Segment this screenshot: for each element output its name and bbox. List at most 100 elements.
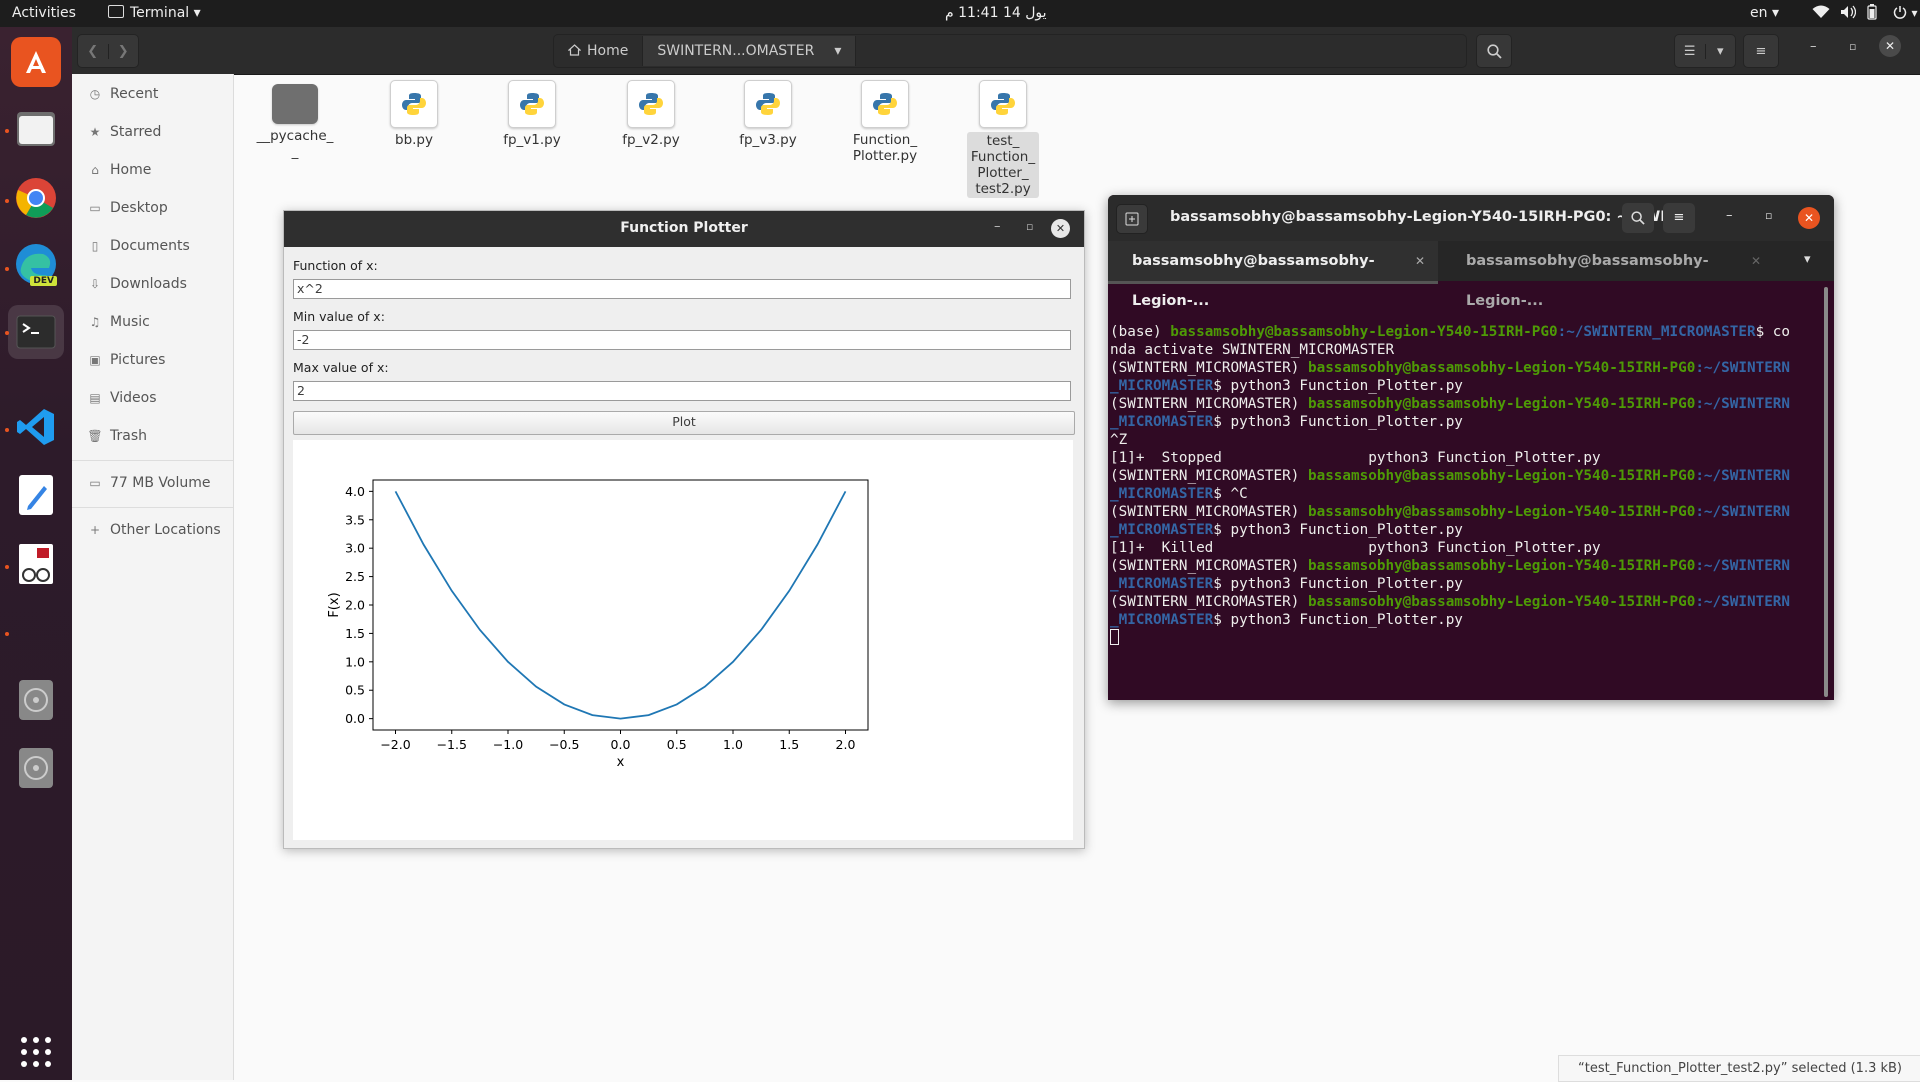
disc-icon[interactable] (11, 675, 61, 725)
plotter-titlebar[interactable]: Function Plotter – ▫ ✕ (284, 211, 1084, 247)
terminal-titlebar[interactable]: bassamsobhy@bassamsobhy-Legion-Y540-15IR… (1108, 195, 1834, 241)
plot-button[interactable]: Plot (293, 411, 1075, 435)
x-tick-label: −1.0 (493, 737, 523, 752)
battery-icon[interactable] (1867, 0, 1877, 27)
file-item-selected[interactable]: test_ Function_ Plotter_ test2.py (955, 80, 1051, 198)
caret-down-icon: ▾ (193, 5, 201, 21)
ubuntu-software-icon[interactable] (11, 37, 61, 87)
y-tick-label: 0.5 (345, 683, 365, 698)
home-icon: ⌂ (91, 163, 99, 177)
terminal-output[interactable]: (base) bassamsobhy@bassamsobhy-Legion-Y5… (1110, 287, 1822, 697)
terminal-tab[interactable]: bassamsobhy@bassamsobhy-Legion-... ✕ (1438, 241, 1778, 309)
terminal-tab-active[interactable]: bassamsobhy@bassamsobhy-Legion-... ✕ (1108, 241, 1438, 309)
sidebar-item-trash[interactable]: 🗑 Trash (72, 417, 233, 455)
close-icon[interactable]: ✕ (1798, 207, 1820, 229)
sidebar-item-recent[interactable]: ◷ Recent (72, 75, 233, 113)
file-item[interactable]: fp_v2.py (603, 80, 699, 148)
terminal-pre: (SWINTERN_MICROMASTER) (1110, 558, 1308, 574)
min-input[interactable]: -2 (293, 330, 1071, 350)
path-home[interactable]: Home (554, 43, 642, 59)
status-bar: “test_Function_Plotter_test2.py” selecte… (1558, 1055, 1920, 1082)
folder-item[interactable]: __pycache_ _ (247, 80, 343, 160)
terminal-icon[interactable] (8, 305, 64, 359)
view-toggle[interactable]: ☰ ▾ (1674, 34, 1736, 68)
sidebar-item-starred[interactable]: ★ Starred (72, 113, 233, 151)
vscode-icon[interactable] (11, 402, 61, 452)
close-icon[interactable]: ✕ (1879, 35, 1901, 57)
max-input[interactable]: 2 (293, 381, 1071, 401)
close-tab-icon[interactable]: ✕ (1751, 241, 1761, 281)
terminal-scrollbar[interactable] (1824, 287, 1828, 697)
files-icon[interactable] (11, 103, 61, 153)
search-button[interactable] (1476, 34, 1512, 68)
terminal-line: (SWINTERN_MICROMASTER) bassamsobhy@bassa… (1110, 395, 1822, 413)
forward-icon[interactable]: ❯ (107, 43, 139, 59)
file-item[interactable]: fp_v3.py (720, 80, 816, 148)
sidebar-item-volume[interactable]: ▭ 77 MB Volume (72, 464, 233, 502)
path-current-label: SWINTERN...OMASTER (657, 43, 815, 59)
x-tick-label: 2.0 (836, 737, 856, 752)
sidebar-item-downloads[interactable]: ⇩ Downloads (72, 265, 233, 303)
hamburger-icon: ≡ (1673, 210, 1685, 225)
minimize-icon[interactable]: – (1726, 208, 1733, 223)
minimize-icon[interactable]: – (1810, 39, 1817, 54)
max-label: Max value of x: (293, 360, 389, 375)
sidebar-item-music[interactable]: ♫ Music (72, 303, 233, 341)
activities-button[interactable]: Activities (12, 0, 76, 27)
python-file-icon (861, 80, 909, 128)
terminal-user: bassamsobhy@bassamsobhy-Legion-Y540-15IR… (1170, 324, 1558, 340)
back-icon[interactable]: ❮ (78, 44, 108, 59)
sidebar-item-desktop[interactable]: ▭ Desktop (72, 189, 233, 227)
language-indicator[interactable]: en ▾ (1750, 0, 1779, 27)
wifi-icon[interactable] (1812, 0, 1830, 27)
minimize-icon[interactable]: – (994, 219, 1001, 234)
text-editor-icon[interactable] (11, 470, 61, 520)
function-input[interactable]: x^2 (293, 279, 1071, 299)
power-menu[interactable]: ▾ (1893, 0, 1917, 27)
sidebar-item-pictures[interactable]: ▣ Pictures (72, 341, 233, 379)
x-tick-label: 0.5 (667, 737, 687, 752)
tabs-dropdown-icon[interactable]: ▾ (1804, 252, 1811, 267)
terminal-menu-button[interactable]: ≡ (1663, 203, 1695, 233)
file-name: Plotter.py (852, 148, 918, 164)
maximize-icon[interactable]: ▫ (1026, 220, 1033, 233)
selected-file-name: test_ Function_ Plotter_ test2.py (967, 132, 1039, 198)
x-tick-label: 0.0 (611, 737, 631, 752)
search-icon (1486, 43, 1502, 59)
document-viewer-icon[interactable] (11, 539, 61, 589)
close-icon[interactable]: ✕ (1051, 219, 1070, 238)
chrome-icon[interactable] (11, 173, 61, 223)
path-current[interactable]: SWINTERN...OMASTER ▾ (642, 36, 857, 66)
menu-button[interactable]: ≡ (1743, 34, 1779, 68)
sidebar-item-home[interactable]: ⌂ Home (72, 151, 233, 189)
home-icon (567, 44, 582, 56)
terminal-pre: [1]+ Stopped python3 Function_Plotter.py (1110, 450, 1601, 466)
file-item[interactable]: bb.py (366, 80, 462, 148)
sidebar-item-other-locations[interactable]: + Other Locations (72, 511, 233, 549)
file-item[interactable]: fp_v1.py (484, 80, 580, 148)
terminal-search-button[interactable] (1622, 203, 1654, 233)
sidebar-item-videos[interactable]: ▤ Videos (72, 379, 233, 417)
new-tab-button[interactable] (1116, 204, 1148, 234)
close-tab-icon[interactable]: ✕ (1415, 241, 1425, 281)
hamburger-icon: ≡ (1755, 43, 1767, 59)
terminal-path: :~/SWINTERN (1695, 396, 1791, 412)
sidebar-item-label: 77 MB Volume (110, 475, 211, 491)
file-name: test2.py (975, 181, 1031, 197)
file-item[interactable]: Function_ Plotter.py (837, 80, 933, 164)
app-menu[interactable]: Terminal ▾ (108, 0, 201, 27)
sidebar-item-documents[interactable]: ▯ Documents (72, 227, 233, 265)
clock[interactable]: يول 14 11:41 م (945, 0, 1047, 27)
app-grid-icon[interactable] (11, 1027, 61, 1077)
terminal-user: bassamsobhy@bassamsobhy-Legion-Y540-15IR… (1307, 504, 1696, 520)
edge-dev-icon[interactable]: DEV (11, 240, 61, 290)
volume-icon[interactable] (1840, 0, 1857, 27)
maximize-icon[interactable]: ▫ (1849, 40, 1856, 53)
caret-down-icon: ▾ (1704, 43, 1736, 59)
python-file-icon (390, 80, 438, 128)
python-file-icon (744, 80, 792, 128)
file-name: Function_ (852, 132, 918, 148)
maximize-icon[interactable]: ▫ (1765, 209, 1772, 222)
python-file-icon (508, 80, 556, 128)
disc-icon[interactable] (11, 743, 61, 793)
